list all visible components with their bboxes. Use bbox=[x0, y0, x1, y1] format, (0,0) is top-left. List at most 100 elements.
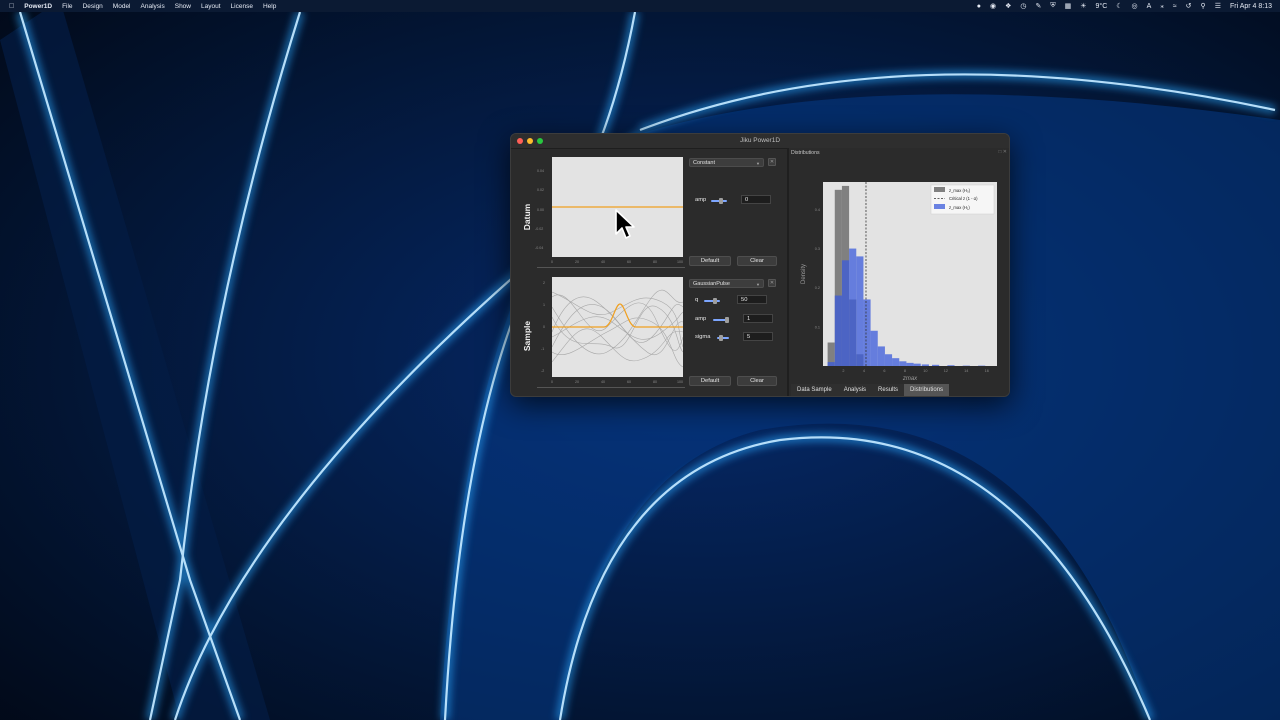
y-tick-label: 0.4 bbox=[815, 208, 820, 212]
window-titlebar[interactable]: Jiku Power1D bbox=[511, 134, 1009, 149]
h1-bar bbox=[863, 299, 871, 366]
menubar-clock[interactable]: Fri Apr 4 8:13 bbox=[1230, 3, 1272, 10]
menu-analysis[interactable]: Analysis bbox=[141, 3, 165, 10]
legend-label-h0: z_max (H₀) bbox=[949, 188, 971, 193]
sample-xtick: 100 bbox=[677, 380, 683, 384]
sample-ytick: -2 bbox=[541, 369, 545, 373]
sample-noise-curves bbox=[551, 289, 684, 368]
slider-knob[interactable] bbox=[725, 317, 729, 323]
tab-analysis[interactable]: Analysis bbox=[837, 384, 873, 396]
sample-amp-field[interactable]: 1 bbox=[743, 314, 773, 323]
h1-bar bbox=[906, 362, 914, 366]
mouse-pointer-icon bbox=[615, 209, 635, 239]
menu-app-name[interactable]: Power1D bbox=[24, 3, 52, 10]
weather-icon[interactable]: ☀ bbox=[1080, 2, 1086, 10]
menu-license[interactable]: License bbox=[231, 3, 253, 10]
y-tick-label: 0.1 bbox=[815, 325, 820, 329]
circle-icon[interactable]: ● bbox=[977, 3, 981, 10]
sample-q-field[interactable]: 50 bbox=[737, 295, 767, 304]
power1d-window: Jiku Power1D Datum 0.04 0.02 0.00 -0.02 … bbox=[510, 133, 1010, 397]
apple-icon[interactable]:  bbox=[9, 3, 14, 10]
menu-show[interactable]: Show bbox=[175, 3, 191, 10]
y-tick-label: 0.2 bbox=[815, 286, 820, 290]
tab-data-sample[interactable]: Data Sample bbox=[791, 384, 838, 396]
dropbox-icon[interactable]: ❖ bbox=[1005, 2, 1011, 10]
sample-param-label: amp bbox=[695, 316, 707, 322]
sample-xtick: 80 bbox=[653, 380, 657, 384]
sample-param-label: sigma bbox=[695, 334, 711, 340]
sample-model-select[interactable]: GaussianPulse ▼ bbox=[689, 279, 764, 288]
sample-model-value: GaussianPulse bbox=[693, 281, 730, 287]
tab-results[interactable]: Results bbox=[872, 384, 905, 396]
menu-model[interactable]: Model bbox=[113, 3, 131, 10]
h1-bar bbox=[921, 364, 929, 366]
pen-icon[interactable]: ✎ bbox=[1035, 2, 1041, 10]
sample-param-label: q bbox=[695, 297, 699, 303]
sample-amp-slider[interactable] bbox=[713, 317, 729, 323]
datum-xtick: 100 bbox=[677, 260, 683, 264]
bottom-tab-bar: Data Sample Analysis Results Distributio… bbox=[791, 384, 950, 396]
datum-model-select[interactable]: Constant ▼ bbox=[689, 158, 764, 167]
x-tick-label: 16 bbox=[985, 369, 989, 373]
x-tick-label: 2 bbox=[842, 369, 844, 373]
sample-model-close-button[interactable]: ✕ bbox=[768, 279, 776, 287]
menu-file[interactable]: File bbox=[62, 3, 72, 10]
sample-xtick: 40 bbox=[601, 380, 605, 384]
moon-icon[interactable]: ☾ bbox=[1116, 2, 1122, 10]
search-icon[interactable]: ⚲ bbox=[1201, 2, 1206, 10]
sample-sigma-slider[interactable] bbox=[717, 335, 729, 341]
bluetooth-icon[interactable]: ⁎ bbox=[1160, 2, 1164, 10]
sample-q-slider[interactable] bbox=[704, 298, 720, 304]
menu-design[interactable]: Design bbox=[83, 3, 103, 10]
datum-model-close-button[interactable]: ✕ bbox=[768, 158, 776, 166]
datum-label: Datum bbox=[522, 203, 532, 231]
datum-model-value: Constant bbox=[693, 160, 716, 166]
datum-plot[interactable] bbox=[552, 157, 683, 257]
record-icon[interactable]: ◎ bbox=[1132, 2, 1138, 10]
y-axis-label: Density bbox=[801, 264, 807, 284]
time-machine-icon[interactable]: ↺ bbox=[1186, 2, 1192, 10]
sample-default-button[interactable]: Default bbox=[689, 376, 731, 386]
shield-icon[interactable]: ⛨ bbox=[1050, 2, 1055, 10]
clock-icon[interactable]: ◷ bbox=[1020, 2, 1026, 10]
datum-default-button[interactable]: Default bbox=[689, 256, 731, 266]
tab-distributions[interactable]: Distributions bbox=[904, 384, 950, 396]
sample-ytick: 1 bbox=[543, 303, 545, 307]
datum-amp-slider[interactable] bbox=[711, 198, 727, 204]
slider-knob[interactable] bbox=[719, 335, 723, 341]
sample-plot[interactable] bbox=[551, 277, 684, 377]
datum-ytick: 0.00 bbox=[537, 208, 544, 212]
menu-help[interactable]: Help bbox=[263, 3, 276, 10]
sample-clear-button[interactable]: Clear bbox=[737, 376, 777, 386]
datum-clear-button[interactable]: Clear bbox=[737, 256, 777, 266]
slider-knob[interactable] bbox=[719, 198, 723, 204]
keyboard-icon[interactable]: A bbox=[1147, 3, 1152, 10]
panel-float-close-icons[interactable]: □ ✕ bbox=[998, 149, 1007, 155]
h1-bar bbox=[947, 365, 955, 366]
h1-bar bbox=[827, 362, 835, 366]
datum-plot-svg bbox=[552, 206, 683, 208]
screen-record-icon[interactable]: ◉ bbox=[990, 2, 996, 10]
wifi-icon[interactable]: ≈ bbox=[1173, 3, 1177, 10]
x-tick-label: 6 bbox=[883, 369, 885, 373]
datum-xtick: 80 bbox=[653, 260, 657, 264]
slider-knob[interactable] bbox=[713, 298, 717, 304]
sample-plot-separator bbox=[537, 387, 685, 388]
control-center-icon[interactable]: ☰ bbox=[1215, 2, 1221, 10]
sample-ytick: -1 bbox=[541, 347, 545, 351]
h1-bar bbox=[932, 364, 940, 366]
chevron-down-icon: ▼ bbox=[756, 161, 760, 166]
legend-swatch-h0 bbox=[934, 187, 945, 192]
h1-bar bbox=[892, 358, 900, 366]
sample-label: Sample bbox=[522, 320, 532, 352]
menu-layout[interactable]: Layout bbox=[201, 3, 221, 10]
chevron-down-icon: ▼ bbox=[756, 282, 760, 287]
weather-temp[interactable]: 9°C bbox=[1096, 3, 1108, 10]
datum-amp-field[interactable]: 0 bbox=[741, 195, 771, 204]
sample-sigma-field[interactable]: 5 bbox=[743, 332, 773, 341]
grid-icon[interactable]: ▦ bbox=[1065, 2, 1072, 10]
distributions-chart[interactable]: 2 4 6 8 10 12 14 16 0.4 0.3 0.2 0.1 Density zmax z_… bbox=[789, 156, 1010, 382]
datum-plot-separator bbox=[537, 267, 685, 268]
h1-bar bbox=[877, 346, 885, 366]
h1-bar bbox=[841, 260, 850, 366]
